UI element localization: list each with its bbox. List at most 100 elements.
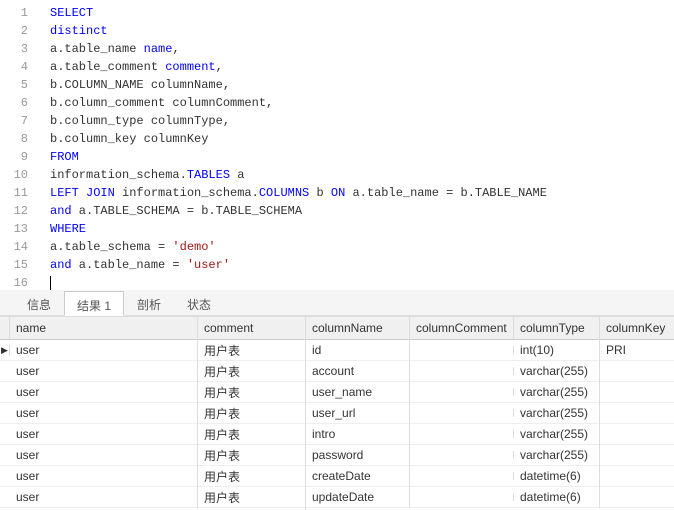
line-number: 8 [0, 130, 28, 148]
code-line[interactable]: information_schema.TABLES a [50, 166, 674, 184]
token-ident: COLUMNS [259, 186, 309, 200]
token-kw: ON [331, 186, 345, 200]
cell-columntype[interactable]: int(10) [514, 339, 600, 361]
cell-columnkey[interactable]: PRI [600, 339, 674, 361]
line-number: 13 [0, 220, 28, 238]
header-columnname[interactable]: columnName [306, 317, 410, 339]
cell-columnkey[interactable] [600, 451, 674, 459]
token-ident: comment [165, 60, 215, 74]
cell-columncomment[interactable] [410, 346, 514, 354]
cell-columncomment[interactable] [410, 451, 514, 459]
code-line[interactable]: a.table_name name, [50, 40, 674, 58]
cell-columntype[interactable]: varchar(255) [514, 381, 600, 403]
cell-name[interactable]: user [10, 486, 198, 508]
table-row[interactable]: user用户表user_namevarchar(255) [0, 382, 674, 403]
code-line[interactable]: b.column_type columnType, [50, 112, 674, 130]
cell-columncomment[interactable] [410, 367, 514, 375]
token-plain: b.column_type columnType, [50, 114, 230, 128]
line-number: 12 [0, 202, 28, 220]
token-plain: , [172, 42, 179, 56]
row-marker[interactable]: ▶ [0, 345, 10, 356]
cell-columnname[interactable]: createDate [306, 465, 410, 487]
cell-columnname[interactable]: user_name [306, 381, 410, 403]
code-line[interactable]: b.column_comment columnComment, [50, 94, 674, 112]
table-row[interactable]: user用户表introvarchar(255) [0, 424, 674, 445]
code-line[interactable]: and a.table_name = 'user' [50, 256, 674, 274]
token-plain: a.table_name [50, 42, 144, 56]
table-row[interactable]: user用户表accountvarchar(255) [0, 361, 674, 382]
line-number: 9 [0, 148, 28, 166]
table-row[interactable]: user用户表createDatedatetime(6) [0, 466, 674, 487]
header-columnkey[interactable]: columnKey [600, 317, 674, 339]
cell-columnname[interactable]: account [306, 360, 410, 382]
code-line[interactable]: b.COLUMN_NAME columnName, [50, 76, 674, 94]
cell-columnname[interactable]: user_url [306, 402, 410, 424]
text-cursor [50, 276, 51, 290]
cell-comment[interactable]: 用户表 [198, 485, 306, 510]
code-line[interactable]: a.table_schema = 'demo' [50, 238, 674, 256]
cell-columnkey[interactable] [600, 409, 674, 417]
token-plain: information_schema. [50, 168, 187, 182]
token-str: 'demo' [172, 240, 215, 254]
code-line[interactable]: and a.TABLE_SCHEMA = b.TABLE_SCHEMA [50, 202, 674, 220]
token-plain: information_schema. [115, 186, 259, 200]
code-content[interactable]: SELECTdistincta.table_name name,a.table_… [38, 0, 674, 290]
cell-name[interactable]: user [10, 402, 198, 424]
cell-columncomment[interactable] [410, 472, 514, 480]
table-row[interactable]: ▶user用户表idint(10)PRI [0, 340, 674, 361]
header-comment[interactable]: comment [198, 317, 306, 339]
cell-columntype[interactable]: varchar(255) [514, 444, 600, 466]
cell-name[interactable]: user [10, 444, 198, 466]
token-ident: TABLES [187, 168, 230, 182]
cell-columnkey[interactable] [600, 430, 674, 438]
cell-columncomment[interactable] [410, 430, 514, 438]
table-row[interactable]: user用户表user_urlvarchar(255) [0, 403, 674, 424]
cell-columntype[interactable]: datetime(6) [514, 465, 600, 487]
token-plain: a [230, 168, 244, 182]
token-plain: a.table_name = [72, 258, 187, 272]
cell-columnkey[interactable] [600, 367, 674, 375]
header-name[interactable]: name [10, 317, 198, 339]
line-number: 2 [0, 22, 28, 40]
token-kw: FROM [50, 150, 79, 164]
header-columncomment[interactable]: columnComment [410, 317, 514, 339]
table-row[interactable]: user用户表passwordvarchar(255) [0, 445, 674, 466]
tab-2[interactable]: 剖析 [124, 290, 174, 315]
cell-columncomment[interactable] [410, 409, 514, 417]
tab-1[interactable]: 结果 1 [64, 291, 124, 316]
code-line[interactable]: FROM [50, 148, 674, 166]
cell-name[interactable]: user [10, 465, 198, 487]
cell-columntype[interactable]: datetime(6) [514, 486, 600, 508]
cell-columnname[interactable]: id [306, 339, 410, 361]
cell-columnname[interactable]: password [306, 444, 410, 466]
code-line[interactable]: b.column_key columnKey [50, 130, 674, 148]
cell-columntype[interactable]: varchar(255) [514, 423, 600, 445]
header-columntype[interactable]: columnType [514, 317, 600, 339]
code-line[interactable]: a.table_comment comment, [50, 58, 674, 76]
table-row[interactable]: user用户表updateDate datetime(6) [0, 487, 674, 508]
cell-name[interactable]: user [10, 360, 198, 382]
cell-name[interactable]: user [10, 381, 198, 403]
token-plain: a.TABLE_SCHEMA = b.TABLE_SCHEMA [72, 204, 302, 218]
tab-3[interactable]: 状态 [174, 290, 224, 315]
cell-name[interactable]: user [10, 339, 198, 361]
tab-0[interactable]: 信息 [14, 290, 64, 315]
token-kw: and [50, 258, 72, 272]
token-plain: b.column_key columnKey [50, 132, 208, 146]
code-line[interactable]: SELECT [50, 4, 674, 22]
code-line[interactable]: LEFT JOIN information_schema.COLUMNS b O… [50, 184, 674, 202]
cell-columnkey[interactable] [600, 472, 674, 480]
token-plain: b.COLUMN_NAME columnName, [50, 78, 230, 92]
cell-columntype[interactable]: varchar(255) [514, 360, 600, 382]
cell-columnkey[interactable] [600, 388, 674, 396]
sql-editor[interactable]: 12345678910111213141516 SELECTdistincta.… [0, 0, 674, 290]
cell-columnname[interactable]: intro [306, 423, 410, 445]
code-line[interactable]: WHERE [50, 220, 674, 238]
token-plain: b [309, 186, 331, 200]
token-plain: , [216, 60, 223, 74]
cell-columnname[interactable]: updateDate [306, 486, 410, 508]
code-line[interactable]: distinct [50, 22, 674, 40]
cell-columncomment[interactable] [410, 388, 514, 396]
cell-name[interactable]: user [10, 423, 198, 445]
cell-columntype[interactable]: varchar(255) [514, 402, 600, 424]
